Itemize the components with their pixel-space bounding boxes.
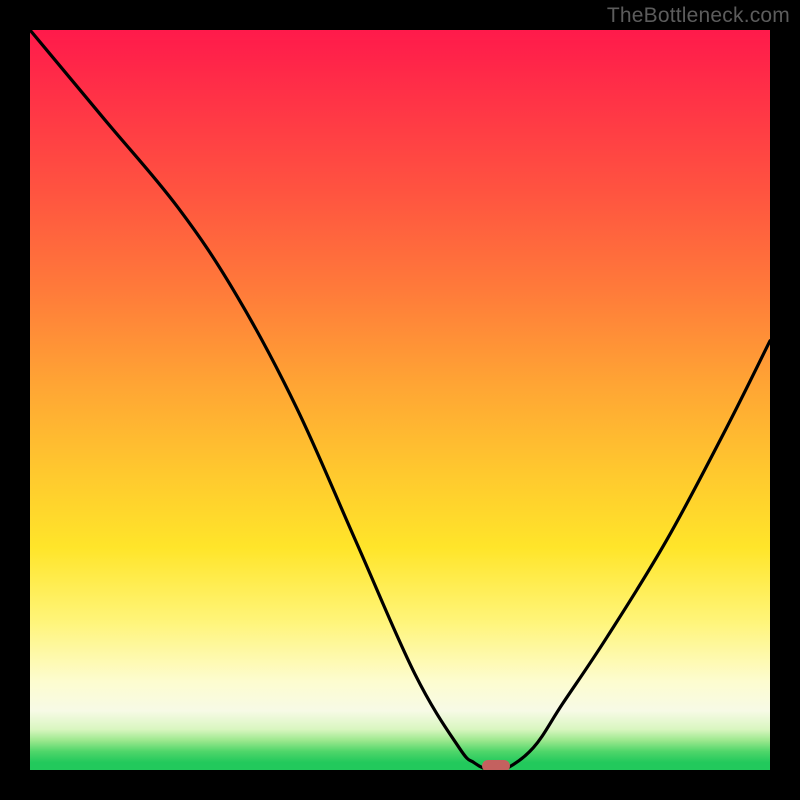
- watermark-text: TheBottleneck.com: [607, 4, 790, 28]
- chart-stage: TheBottleneck.com: [0, 0, 800, 800]
- optimal-point-marker-icon: [482, 760, 510, 770]
- plot-area: [30, 30, 770, 770]
- bottleneck-curve: [30, 30, 770, 770]
